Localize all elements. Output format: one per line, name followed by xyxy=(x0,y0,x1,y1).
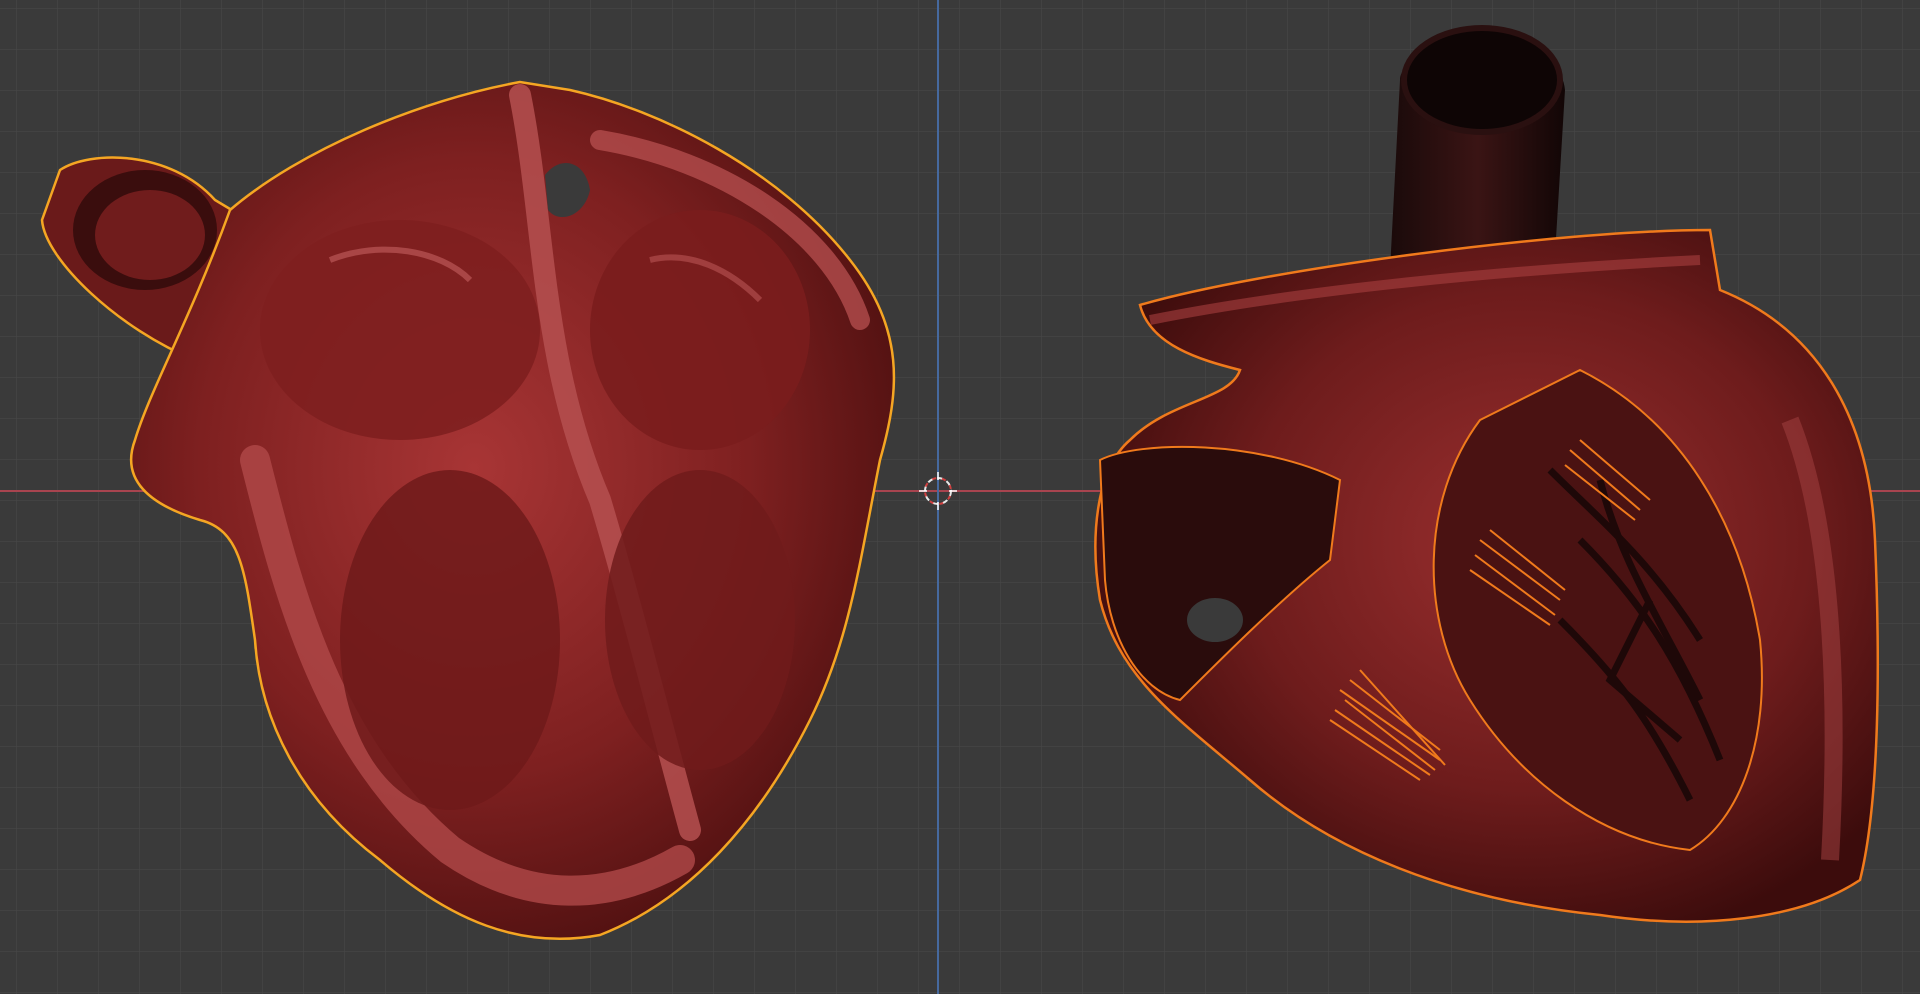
3d-viewport[interactable] xyxy=(0,0,1920,994)
viewport-canvas[interactable] xyxy=(0,0,1920,994)
